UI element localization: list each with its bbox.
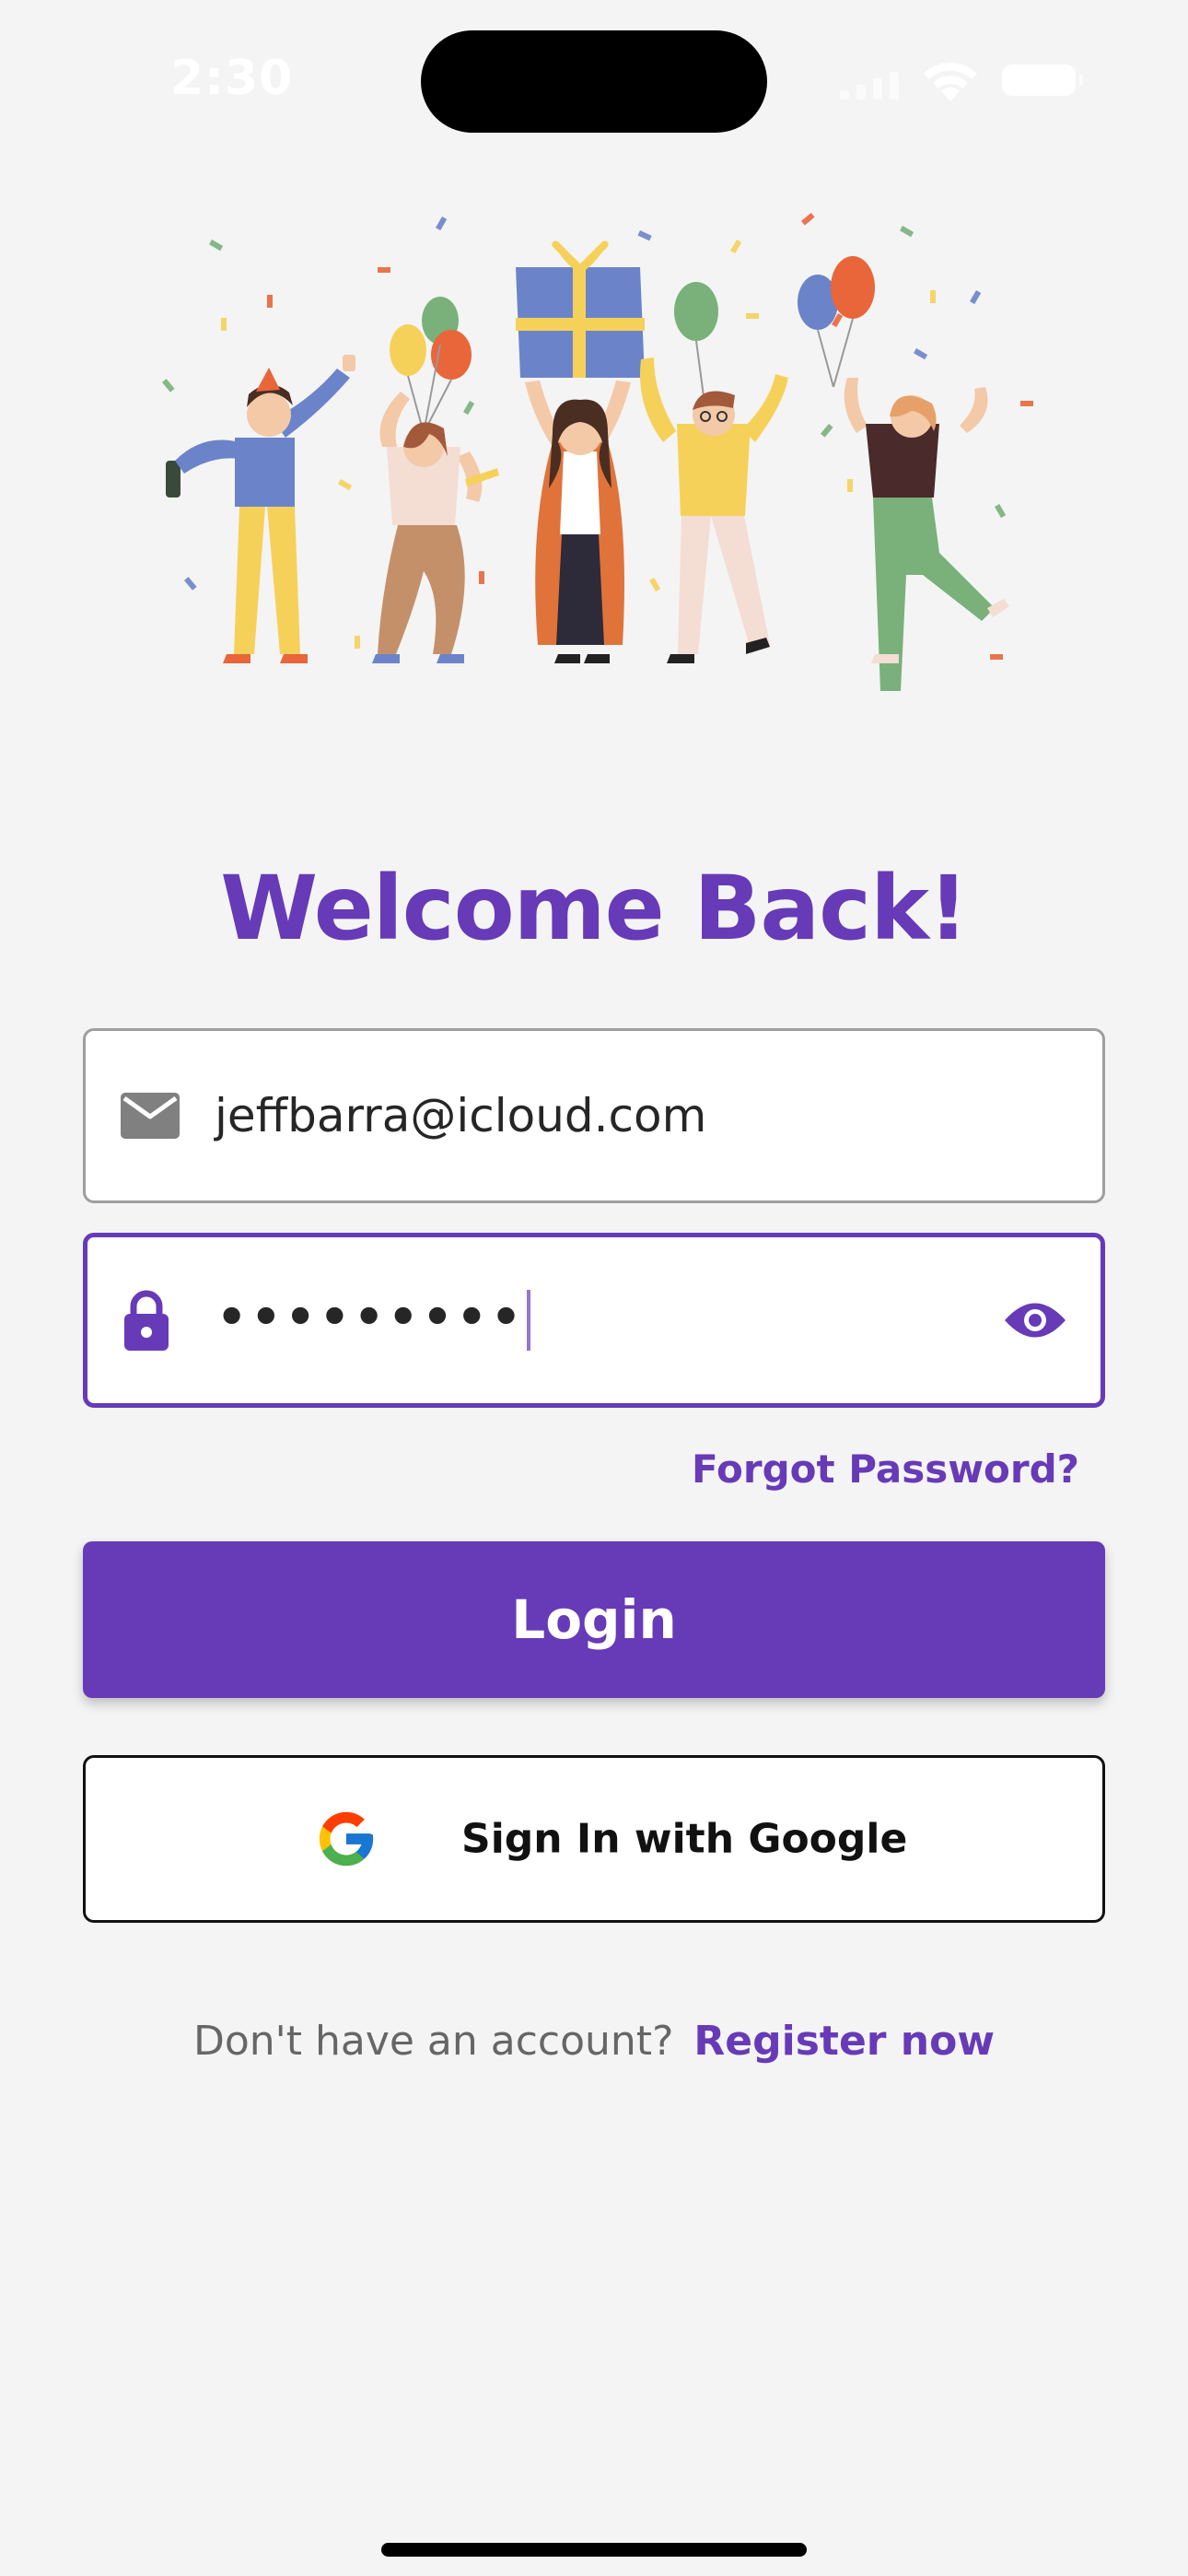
text-caret <box>527 1290 531 1351</box>
home-indicator[interactable] <box>381 2543 807 2557</box>
email-field[interactable]: jeffbarra@icloud.com <box>83 1028 1105 1203</box>
password-field[interactable]: ••••••••• <box>83 1233 1105 1408</box>
status-time: 2:30 <box>170 51 294 106</box>
celebration-party-illustration <box>162 213 1033 691</box>
register-row: Don't have an account? Register now <box>0 2018 1188 2065</box>
battery-icon <box>1002 64 1083 96</box>
dynamic-island <box>421 30 767 133</box>
lock-icon <box>124 1290 169 1351</box>
password-mask: ••••••••• <box>216 1290 526 1345</box>
forgot-password-link[interactable]: Forgot Password? <box>692 1446 1079 1492</box>
email-value: jeffbarra@icloud.com <box>215 1089 707 1142</box>
cellular-signal-icon <box>840 72 899 100</box>
page-title: Welcome Back! <box>220 857 968 960</box>
google-sign-in-button[interactable]: Sign In with Google <box>83 1755 1105 1923</box>
google-logo-icon <box>319 1811 374 1867</box>
register-link[interactable]: Register now <box>693 2018 995 2065</box>
eye-icon[interactable] <box>1003 1299 1067 1341</box>
login-button[interactable]: Login <box>83 1541 1105 1698</box>
login-screen: 2:30 Welcome Back! jeffbarra@icloud.com … <box>0 0 1188 2576</box>
register-prompt: Don't have an account? <box>192 2018 674 2065</box>
wifi-icon <box>924 62 977 101</box>
google-button-label: Sign In with Google <box>461 1815 908 1863</box>
mail-icon <box>121 1093 180 1139</box>
password-value: ••••••••• <box>216 1290 531 1351</box>
